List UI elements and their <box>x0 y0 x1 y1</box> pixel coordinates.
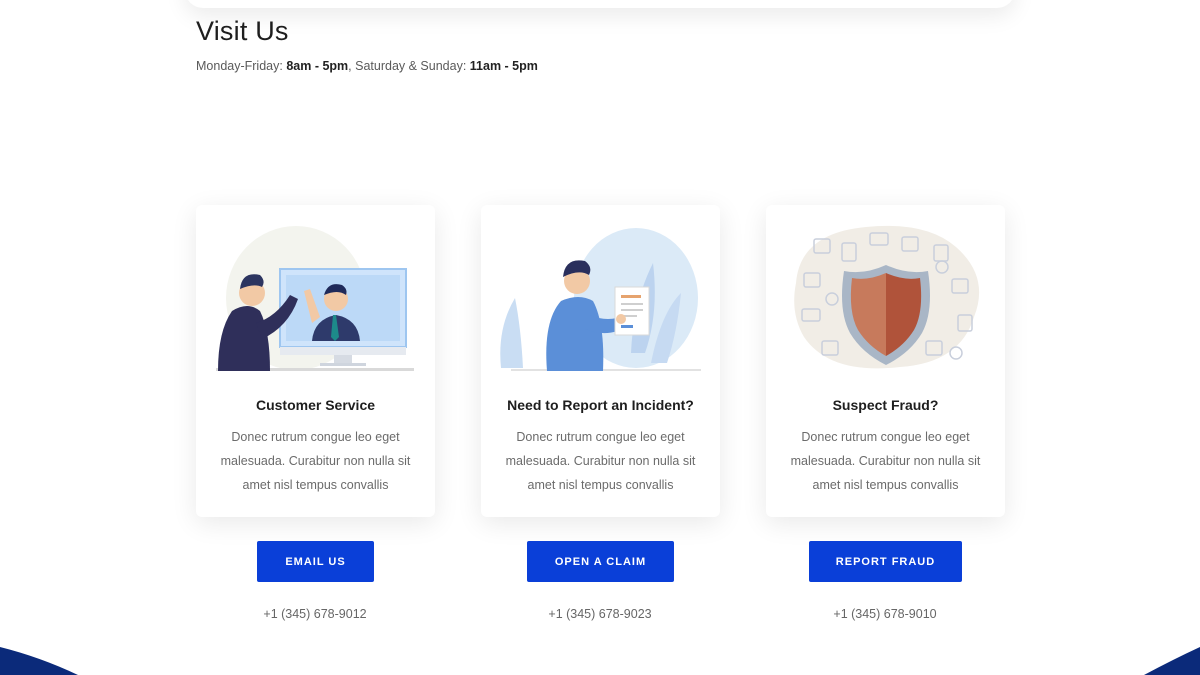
card-suspect-fraud: Suspect Fraud? Donec rutrum congue leo e… <box>766 205 1005 517</box>
phone-report-incident[interactable]: +1 (345) 678-9023 <box>520 607 680 621</box>
page-title: Visit Us <box>196 16 289 46</box>
phone-customer-service[interactable]: +1 (345) 678-9012 <box>235 607 395 621</box>
header-shadow-bar <box>185 0 1015 8</box>
card-title: Customer Service <box>255 397 376 413</box>
business-hours: Monday-Friday: 8am - 5pm, Saturday & Sun… <box>196 59 538 73</box>
weekend-hours: 11am - 5pm <box>469 59 538 73</box>
weekday-label: Monday-Friday: <box>196 59 283 73</box>
footer-wave-right <box>1144 647 1200 675</box>
card-body: Donec rutrum congue leo eget malesuada. … <box>220 430 411 492</box>
card-body: Donec rutrum congue leo eget malesuada. … <box>505 430 696 492</box>
card-report-incident: Need to Report an Incident? Donec rutrum… <box>481 205 720 517</box>
fraud-shield-illustration <box>794 225 980 369</box>
phone-suspect-fraud[interactable]: +1 (345) 678-9010 <box>805 607 965 621</box>
card-customer-service: Customer Service Donec rutrum congue leo… <box>196 205 435 517</box>
email-us-button[interactable]: EMAIL US <box>257 541 374 582</box>
open-claim-button[interactable]: OPEN A CLAIM <box>527 541 674 582</box>
card-title: Need to Report an Incident? <box>507 397 694 413</box>
weekend-label: , Saturday & Sunday: <box>348 59 467 73</box>
card-title: Suspect Fraud? <box>832 397 939 413</box>
visit-section: Visit Us Monday-Friday: 8am - 5pm, Satur… <box>196 16 538 73</box>
report-fraud-button[interactable]: REPORT FRAUD <box>809 541 962 582</box>
weekday-hours: 8am - 5pm <box>286 59 349 73</box>
footer-wave-left <box>0 647 78 675</box>
report-incident-illustration <box>500 228 701 371</box>
customer-service-illustration <box>216 226 414 371</box>
card-body: Donec rutrum congue leo eget malesuada. … <box>790 430 981 492</box>
